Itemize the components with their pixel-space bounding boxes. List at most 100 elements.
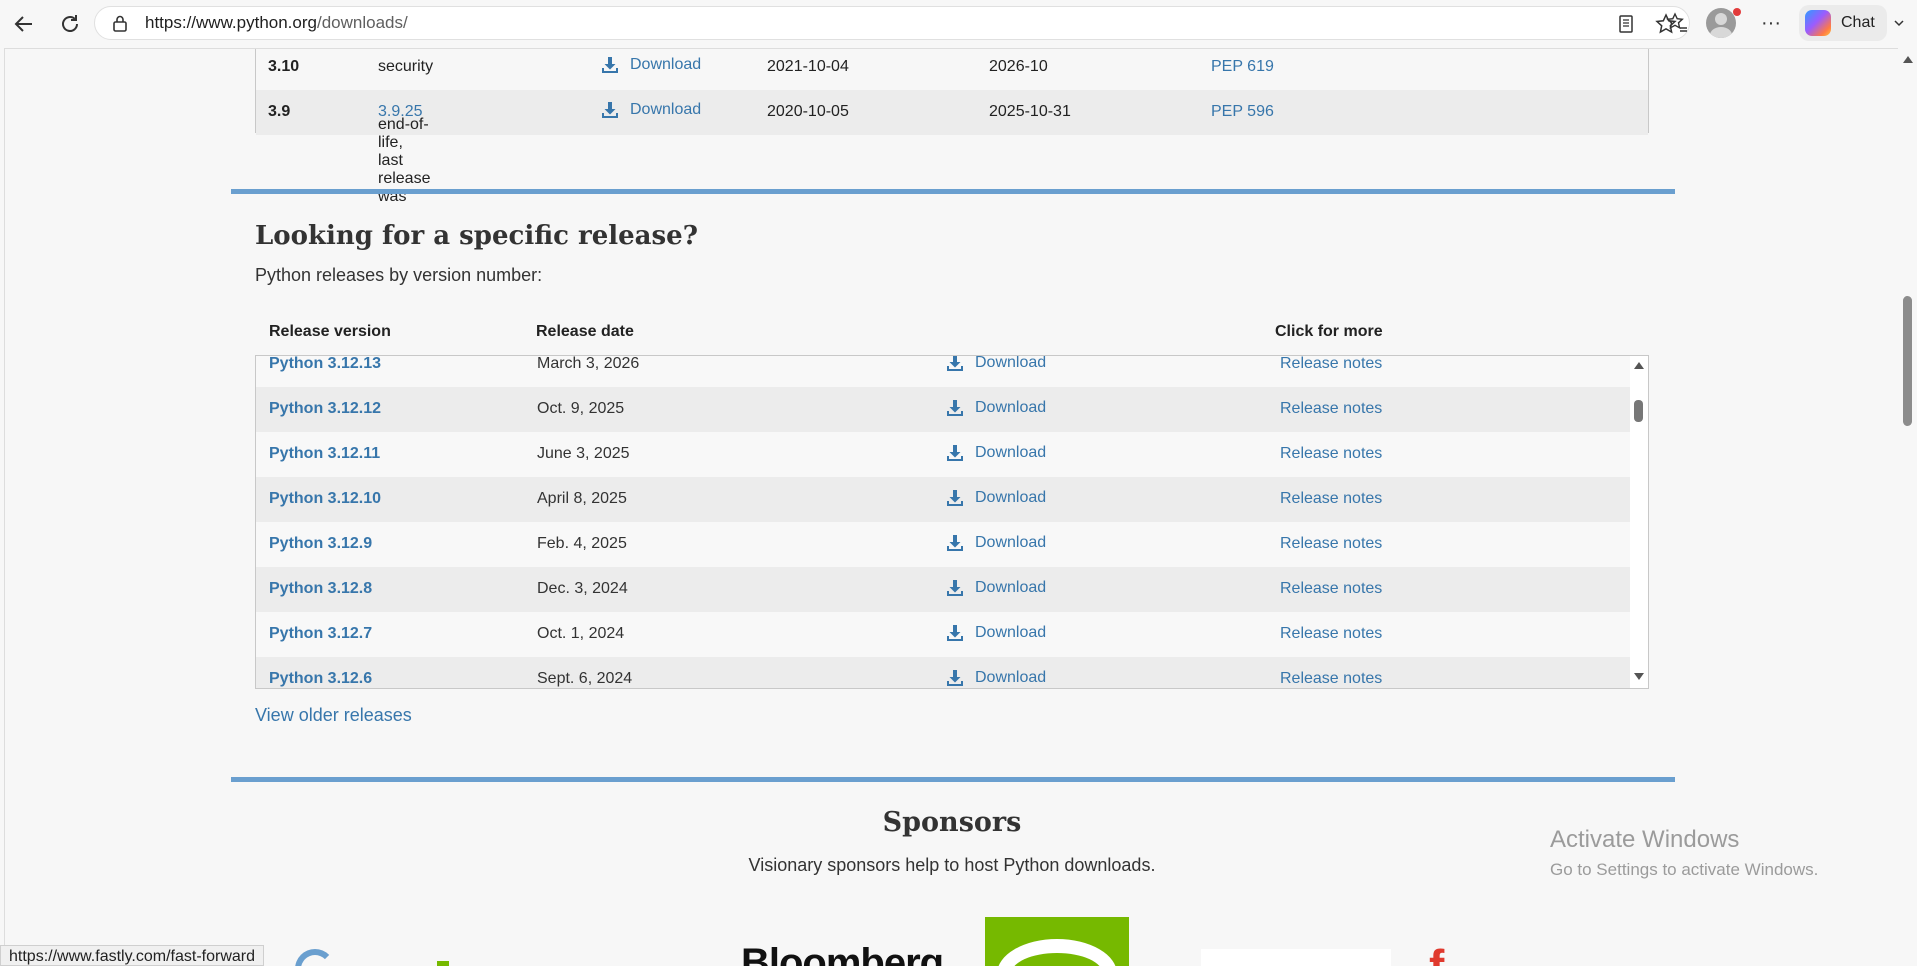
sponsor-logo[interactable]	[295, 949, 335, 966]
download-label[interactable]: Download	[975, 534, 1046, 552]
activate-windows-watermark: Activate Windows Go to Settings to activ…	[1550, 826, 1818, 880]
bloomberg-logo[interactable]: Bloomberg	[741, 941, 944, 966]
specific-release-title: Looking for a specific release?	[255, 221, 698, 251]
release-version-link[interactable]: Python 3.12.12	[269, 400, 381, 418]
download-link[interactable]: Download	[945, 356, 1046, 373]
download-label[interactable]: Download	[975, 356, 1046, 372]
nvidia-logo[interactable]	[985, 917, 1129, 966]
release-row: Python 3.12.9 Feb. 4, 2025 Download Release…	[256, 522, 1630, 567]
page-scrollbar[interactable]	[1898, 48, 1917, 966]
url-host: https://www.python.org	[145, 13, 317, 32]
scroll-up-arrow-icon[interactable]	[1634, 362, 1644, 369]
download-link[interactable]: Download	[945, 443, 1046, 463]
version-cell: 3.10	[268, 58, 300, 75]
notification-dot	[1733, 8, 1741, 16]
pep-link[interactable]: PEP 619	[1211, 58, 1274, 76]
release-notes-link[interactable]: Release notes	[1280, 670, 1382, 688]
download-link[interactable]: Download	[600, 55, 701, 75]
download-link[interactable]: Download	[945, 578, 1046, 598]
back-button[interactable]	[2, 2, 46, 46]
refresh-button[interactable]	[48, 2, 92, 46]
scroll-thumb[interactable]	[1634, 400, 1643, 422]
more-options-icon[interactable]: ···	[1758, 10, 1784, 36]
download-label[interactable]: Download	[975, 399, 1046, 417]
favorites-icon[interactable]	[1664, 10, 1690, 36]
scroll-down-arrow-icon[interactable]	[1634, 673, 1644, 680]
url-path: /downloads/	[316, 13, 408, 32]
watermark-line-2: Go to Settings to activate Windows.	[1550, 860, 1819, 879]
release-version-link[interactable]: Python 3.12.10	[269, 490, 381, 508]
release-version-link[interactable]: Python 3.12.13	[269, 356, 381, 373]
download-icon	[947, 445, 963, 461]
release-notes-link[interactable]: Release notes	[1280, 400, 1382, 418]
status-cell: end-of-life, last release was 3.9.25	[378, 103, 430, 205]
view-older-releases-link[interactable]: View older releases	[255, 705, 412, 726]
release-notes-link[interactable]: Release notes	[1280, 445, 1382, 463]
download-icon	[602, 57, 618, 73]
header-release-date: Release date	[536, 323, 634, 340]
version-cell: 3.9	[268, 103, 291, 120]
download-label[interactable]: Download	[975, 489, 1046, 507]
release-list-scrollbox[interactable]: Python 3.12.13 March 3, 2026 Download Relea…	[255, 355, 1649, 689]
release-date: Sept. 6, 2024	[537, 670, 633, 687]
end-of-support-cell: 2026-10	[989, 58, 1048, 75]
profile-avatar[interactable]	[1706, 8, 1736, 38]
download-link[interactable]: Download	[600, 100, 701, 120]
copilot-icon	[1805, 10, 1831, 36]
release-date: Feb. 4, 2025	[537, 535, 627, 552]
header-click-for-more: Click for more	[1275, 323, 1383, 340]
download-link[interactable]: Download	[945, 623, 1046, 643]
release-notes-link[interactable]: Release notes	[1280, 625, 1382, 643]
release-list-scrollbar[interactable]	[1630, 356, 1648, 688]
download-link[interactable]: Download	[945, 533, 1046, 553]
release-date: March 3, 2026	[537, 355, 640, 372]
browser-toolbar: https://www.python.org/downloads/ ··· Ch…	[0, 0, 1917, 48]
refresh-icon	[62, 15, 78, 32]
download-label[interactable]: Download	[975, 579, 1046, 597]
release-date: June 3, 2025	[537, 445, 630, 462]
download-icon	[947, 535, 963, 551]
download-label[interactable]: Download	[975, 669, 1046, 687]
fastly-logo[interactable]: f	[1429, 939, 1444, 966]
chevron-down-icon	[1894, 20, 1904, 27]
download-link[interactable]: Download	[945, 398, 1046, 418]
release-notes-link[interactable]: Release notes	[1280, 535, 1382, 553]
release-notes-link[interactable]: Release notes	[1280, 580, 1382, 598]
release-version-link[interactable]: Python 3.12.8	[269, 580, 372, 598]
download-label[interactable]: Download	[975, 444, 1046, 462]
release-version-link[interactable]: Python 3.12.6	[269, 670, 372, 688]
site-info-icon[interactable]	[109, 12, 131, 34]
download-link[interactable]: Download	[945, 488, 1046, 508]
download-link[interactable]: Download	[945, 668, 1046, 688]
release-version-link[interactable]: Python 3.12.9	[269, 535, 372, 553]
section-divider	[231, 189, 1675, 194]
release-row: Python 3.12.10 April 8, 2025 Download Relea…	[256, 477, 1630, 522]
sponsor-logo[interactable]	[1201, 949, 1391, 966]
sponsor-logo[interactable]	[437, 961, 449, 966]
release-list: Python 3.12.13 March 3, 2026 Download Relea…	[256, 355, 1630, 688]
release-version-link[interactable]: Python 3.12.7	[269, 625, 372, 643]
release-date: Oct. 9, 2025	[537, 400, 625, 417]
download-icon	[947, 580, 963, 596]
download-label[interactable]: Download	[630, 101, 701, 119]
address-bar[interactable]: https://www.python.org/downloads/	[94, 6, 1690, 40]
release-version-link[interactable]: Python 3.12.11	[269, 445, 380, 463]
page-scroll-thumb[interactable]	[1903, 296, 1912, 426]
release-notes-link[interactable]: Release notes	[1280, 490, 1382, 508]
released-cell: 2021-10-04	[767, 58, 849, 75]
table-row: 3.10 security Download 2021-10-04 2026-1…	[256, 49, 1648, 90]
reader-mode-icon[interactable]	[1613, 11, 1639, 37]
url-text[interactable]: https://www.python.org/downloads/	[145, 13, 408, 33]
download-icon	[947, 400, 963, 416]
release-row: Python 3.12.11 June 3, 2025 Download Releas…	[256, 432, 1630, 477]
scroll-up-arrow-icon[interactable]	[1903, 56, 1913, 63]
release-notes-link[interactable]: Release notes	[1280, 356, 1382, 373]
pep-link[interactable]: PEP 596	[1211, 103, 1274, 121]
download-icon	[602, 102, 618, 118]
release-row: Python 3.12.6 Sept. 6, 2024 Download Releas…	[256, 657, 1630, 688]
download-icon	[947, 490, 963, 506]
download-label[interactable]: Download	[975, 624, 1046, 642]
copilot-chat-button[interactable]: Chat	[1799, 5, 1904, 41]
download-label[interactable]: Download	[630, 56, 701, 74]
sponsors-title: Sponsors	[882, 807, 1022, 838]
